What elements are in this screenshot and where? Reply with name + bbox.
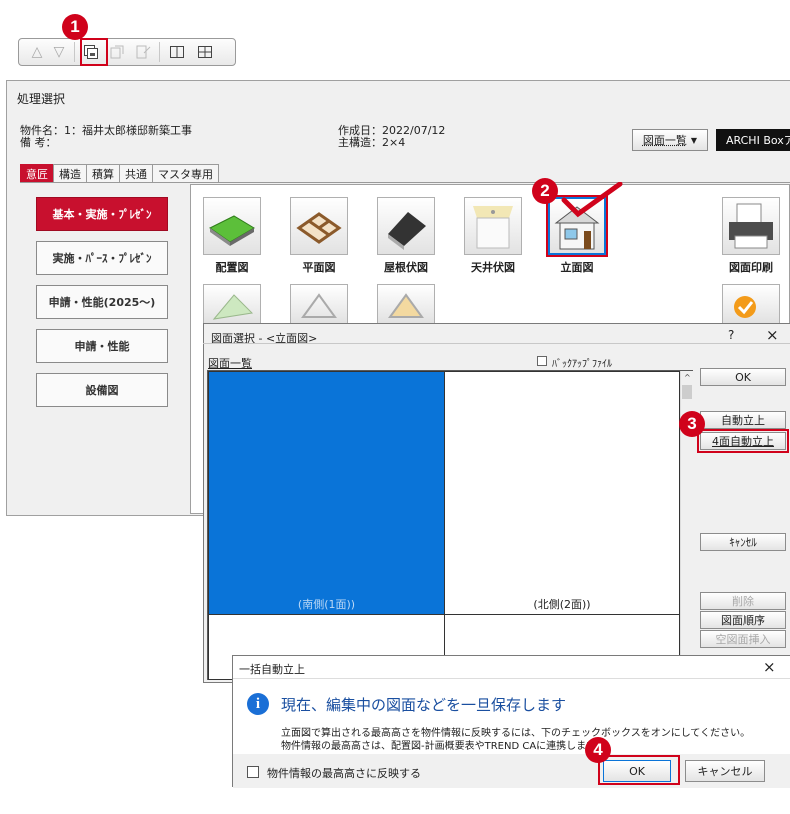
category-tabs: 意匠 構造 積算 共通 マスタ専用 bbox=[20, 164, 218, 182]
remarks-label: 備 考： bbox=[20, 136, 57, 149]
drawing-list-label: 図面一覧 bbox=[208, 355, 252, 371]
step2-marker: 2 bbox=[532, 178, 558, 204]
open-drawing-icon[interactable] bbox=[105, 41, 129, 63]
copy-drawing-icon[interactable] bbox=[131, 41, 155, 63]
auto-elevation-button[interactable]: 自動立上 bbox=[700, 411, 786, 429]
scroll-up-icon[interactable]: ^ bbox=[684, 373, 691, 382]
chevron-down-icon: ▼ bbox=[691, 136, 697, 145]
tab-estimate[interactable]: 積算 bbox=[86, 164, 120, 183]
floor-plan-icon[interactable] bbox=[290, 197, 348, 255]
drawing-cell-north[interactable]: (北側(2面)) bbox=[444, 371, 680, 615]
cancel-button[interactable]: ｷｬﾝｾﾙ bbox=[700, 533, 786, 551]
toolbar-divider bbox=[74, 42, 75, 62]
tab-structure[interactable]: 構造 bbox=[53, 164, 87, 183]
step3-highlight bbox=[697, 429, 789, 453]
ceiling-plan-icon[interactable] bbox=[464, 197, 522, 255]
tab-master[interactable]: マスタ専用 bbox=[152, 164, 219, 183]
side-button-application-2025[interactable]: 申請・性能(2025〜) bbox=[36, 285, 168, 319]
triangle-down-icon[interactable]: ▽ bbox=[47, 41, 71, 63]
cell-label-south: (南側(1面)) bbox=[209, 596, 444, 612]
step1-highlight bbox=[80, 38, 108, 66]
dialog2-divider bbox=[233, 678, 790, 679]
drawing-list-grid: (南側(1面)) (北側(2面)) ^ bbox=[207, 370, 693, 680]
info-icon: i bbox=[247, 693, 269, 715]
backup-checkbox[interactable] bbox=[537, 356, 547, 366]
roof-plan-label: 屋根伏図 bbox=[366, 259, 446, 275]
dialog2-title: 一括自動立上 bbox=[239, 661, 305, 677]
batch-auto-dialog: 一括自動立上 × i 現在、編集中の図面などを一旦保存します 立面図で算出される… bbox=[232, 655, 790, 787]
tab-underline bbox=[20, 182, 790, 183]
archi-box-button[interactable]: ARCHI Boxア bbox=[716, 129, 790, 151]
cancel-button[interactable]: キャンセル bbox=[685, 760, 765, 782]
drawing-print-label: 図面印刷 bbox=[711, 259, 790, 275]
site-plan-icon[interactable] bbox=[203, 197, 261, 255]
insert-blank-button[interactable]: 空図面挿入 bbox=[700, 630, 786, 648]
drawing-cell-south[interactable]: (南側(1面)) bbox=[208, 371, 445, 615]
main-structure: 主構造：2×4 bbox=[338, 136, 405, 149]
close-icon[interactable]: × bbox=[766, 326, 779, 344]
side-button-equipment[interactable]: 設備図 bbox=[36, 373, 168, 407]
framing-icon[interactable] bbox=[290, 284, 348, 324]
drawing-list-button[interactable]: 図面一覧 ▼ bbox=[632, 129, 708, 151]
close-icon[interactable]: × bbox=[763, 658, 776, 676]
delete-button[interactable]: 削除 bbox=[700, 592, 786, 610]
perspective-icon[interactable] bbox=[203, 284, 261, 324]
window-title: 処理選択 bbox=[17, 90, 65, 107]
drawing-toolbar: △ ▽ bbox=[18, 38, 236, 66]
max-height-label: 物件情報の最高高さに反映する bbox=[267, 765, 421, 781]
dialog2-heading: 現在、編集中の図面などを一旦保存します bbox=[281, 694, 566, 715]
step4-marker: 4 bbox=[585, 737, 611, 763]
cell-label-north: (北側(2面)) bbox=[445, 596, 679, 612]
dialog2-line2: 物件情報の最高高さは、配置図-計画概要表やTREND CAに連携します。 bbox=[281, 737, 605, 752]
roof-plan-icon[interactable] bbox=[377, 197, 435, 255]
frame-3d-icon[interactable] bbox=[377, 284, 435, 324]
red-check-icon bbox=[560, 182, 624, 221]
step4-highlight bbox=[598, 755, 680, 785]
side-button-perspective[interactable]: 実施・ﾊﾟｰｽ・ﾌﾟﾚｾﾞﾝ bbox=[36, 241, 168, 275]
help-icon[interactable]: ? bbox=[728, 328, 734, 342]
site-plan-label: 配置図 bbox=[192, 259, 272, 275]
toolbar-divider bbox=[159, 42, 160, 62]
ok-button[interactable]: OK bbox=[700, 368, 786, 386]
check-icon[interactable] bbox=[722, 284, 780, 324]
split-quad-icon[interactable] bbox=[193, 41, 217, 63]
side-button-application[interactable]: 申請・性能 bbox=[36, 329, 168, 363]
drawing-list-label: 図面一覧 bbox=[643, 132, 687, 148]
drawing-order-button[interactable]: 図面順序 bbox=[700, 611, 786, 629]
scrollbar-thumb[interactable] bbox=[682, 385, 692, 399]
tab-common[interactable]: 共通 bbox=[119, 164, 153, 183]
side-button-basic[interactable]: 基本・実施・ﾌﾟﾚｾﾞﾝ bbox=[36, 197, 168, 231]
backup-label: ﾊﾞｯｸｱｯﾌﾟﾌｧｲﾙ bbox=[552, 355, 612, 370]
step3-marker: 3 bbox=[679, 411, 705, 437]
ceiling-plan-label: 天井伏図 bbox=[453, 259, 533, 275]
step1-marker: 1 bbox=[62, 14, 88, 40]
tab-design[interactable]: 意匠 bbox=[20, 164, 54, 183]
max-height-checkbox[interactable] bbox=[247, 766, 259, 778]
drawing-print-icon[interactable] bbox=[722, 197, 780, 255]
triangle-up-icon[interactable]: △ bbox=[25, 41, 49, 63]
split-vertical-icon[interactable] bbox=[165, 41, 189, 63]
dialog-title-divider bbox=[203, 343, 790, 344]
floor-plan-label: 平面図 bbox=[279, 259, 359, 275]
elevation-label: 立面図 bbox=[537, 259, 617, 275]
